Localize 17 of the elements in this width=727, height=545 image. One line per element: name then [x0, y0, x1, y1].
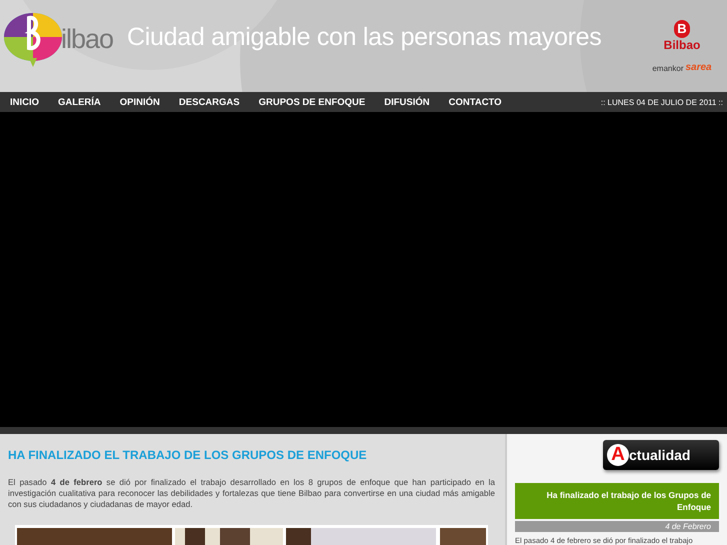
- partner-logo-text: sarea: [685, 62, 712, 73]
- partner-logo-text: emankor: [652, 64, 684, 73]
- nav-link[interactable]: DIFUSIÓN: [384, 96, 430, 108]
- logo-icon: [3, 10, 63, 68]
- logo-text: ilbao: [61, 24, 114, 55]
- article-title: HA FINALIZADO EL TRABAJO DE LOS GRUPOS DE ENFOQUE: [8, 448, 368, 462]
- date-text: :: LUNES 04 DE JULIO DE 2011 ::: [600, 98, 723, 107]
- city-logo-name: Bilbao: [664, 38, 700, 52]
- news-date: 4 de Febrero: [515, 521, 719, 532]
- nav-link[interactable]: INICIO: [10, 96, 40, 108]
- nav-link[interactable]: GALERÍA: [58, 96, 101, 108]
- news-section-button[interactable]: A ctualidad: [603, 440, 719, 470]
- nav-link[interactable]: OPINIÓN: [120, 96, 160, 108]
- nav-link[interactable]: CONTACTO: [448, 96, 502, 108]
- article-text: El pasado 4 de febrero se dió por finalizado el trabajo desarrollado en los 8 grupos de enfoque que han participado en la investigación cualitativa para reconocer las debilidades y fortalezas que tiene Bilbao para convertirse en una ciudad más amigable con sus ciudadanos y ciudadanas de mayor edad.: [8, 477, 495, 510]
- nav-link[interactable]: DESCARGAS: [178, 96, 240, 108]
- nav-link[interactable]: GRUPOS DE ENFOQUE: [258, 96, 366, 108]
